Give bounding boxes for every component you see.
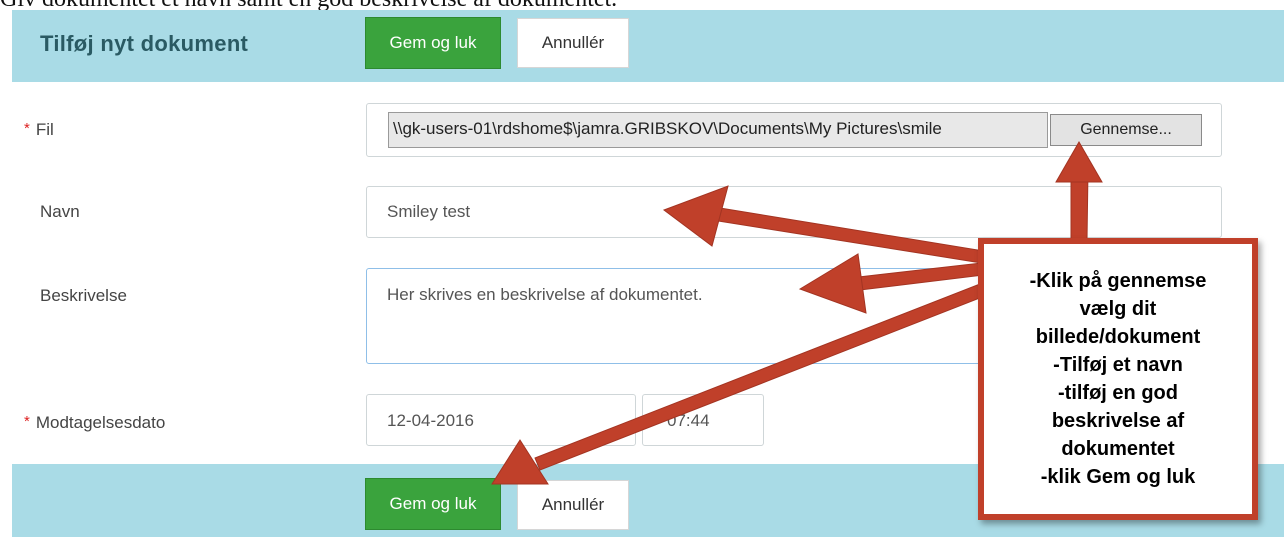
arrow-to-save-shaft-icon (534, 281, 991, 471)
instruction-callout: -Klik på gennemse vælg dit billede/dokum… (978, 238, 1258, 520)
callout-line: -Klik på gennemse (1029, 270, 1207, 292)
callout-line: billede/dokument (1035, 326, 1201, 348)
callout-line: beskrivelse af (1051, 410, 1185, 432)
callout-line: -klik Gem og luk (1040, 466, 1196, 488)
callout-line: dokumentet (1061, 438, 1175, 460)
arrow-to-name-head (662, 185, 729, 247)
arrow-to-name-shaft-icon (717, 207, 991, 265)
arrow-to-browse-head (1055, 140, 1103, 183)
callout-line: -tilføj en god (1058, 382, 1178, 404)
callout-line: vælg dit (1079, 298, 1157, 320)
arrow-to-description-shaft-icon (849, 261, 993, 292)
callout-line: -Tilføj et navn (1053, 354, 1183, 376)
arrow-to-description-head (798, 253, 867, 314)
